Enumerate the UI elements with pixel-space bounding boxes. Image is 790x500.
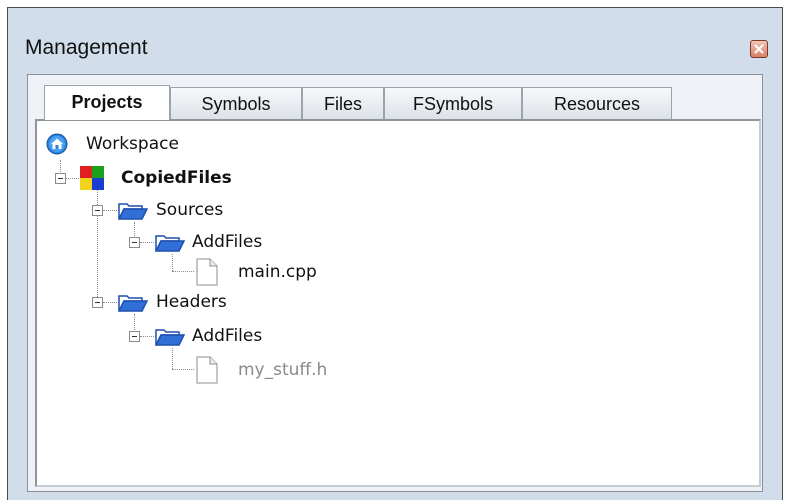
- tab-bar: Projects Symbols Files FSymbols Resource…: [44, 85, 672, 120]
- tab-symbols[interactable]: Symbols: [170, 87, 302, 119]
- tree-node-headers[interactable]: Headers: [118, 286, 318, 318]
- tree-label: my_stuff.h: [238, 360, 328, 380]
- close-button[interactable]: [750, 40, 768, 58]
- collapse-toggle-sources[interactable]: [92, 205, 103, 216]
- folder-open-icon: [155, 235, 185, 252]
- tree-label: AddFiles: [192, 326, 263, 346]
- tree-node-my-stuff-h[interactable]: my_stuff.h: [196, 354, 396, 386]
- folder-open-icon: [118, 295, 148, 312]
- collapse-toggle-headers[interactable]: [92, 297, 103, 308]
- collapse-toggle-headers-addfiles[interactable]: [129, 331, 140, 342]
- tree-line: [172, 369, 194, 370]
- tab-fsymbols[interactable]: FSymbols: [384, 87, 522, 119]
- tree-label: main.cpp: [238, 262, 317, 282]
- tree-label: Workspace: [86, 134, 179, 154]
- tab-projects[interactable]: Projects: [44, 85, 170, 120]
- tree-node-workspace[interactable]: Workspace: [46, 128, 246, 160]
- tree-line: [140, 336, 154, 337]
- workspace-home-icon: [46, 133, 68, 155]
- tab-files[interactable]: Files: [302, 87, 384, 119]
- tree-node-headers-addfiles[interactable]: AddFiles: [155, 320, 355, 352]
- collapse-toggle-copiedfiles[interactable]: [55, 173, 66, 184]
- tree-node-copiedfiles[interactable]: CopiedFiles: [79, 162, 299, 194]
- tree-label: Sources: [156, 200, 224, 220]
- folder-open-icon: [118, 203, 148, 220]
- tab-resources[interactable]: Resources: [522, 87, 672, 119]
- tree-label: Headers: [156, 292, 227, 312]
- tree-line: [172, 271, 194, 272]
- project-icon: [80, 166, 104, 190]
- tree-node-sources[interactable]: Sources: [118, 194, 318, 226]
- close-icon: [754, 44, 764, 54]
- file-icon: [196, 258, 218, 286]
- tree-node-sources-addfiles[interactable]: AddFiles: [155, 226, 355, 258]
- folder-open-icon: [155, 329, 185, 346]
- tree-line: [65, 178, 79, 179]
- tree-label: CopiedFiles: [121, 168, 232, 188]
- tree-line: [103, 302, 117, 303]
- tree-line: [103, 210, 117, 211]
- collapse-toggle-sources-addfiles[interactable]: [129, 237, 140, 248]
- window-title: Management: [25, 36, 148, 59]
- tree-node-main-cpp[interactable]: main.cpp: [196, 256, 396, 288]
- file-icon: [196, 356, 218, 384]
- tree-line: [140, 242, 154, 243]
- tree-label: AddFiles: [192, 232, 263, 252]
